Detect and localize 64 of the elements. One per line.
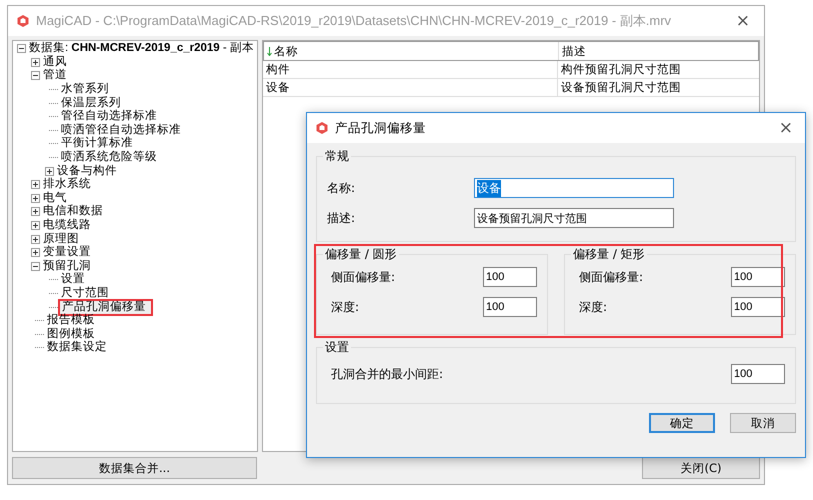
tree-item[interactable]: 排水系统 xyxy=(42,178,92,192)
tree-item[interactable]: 通风 xyxy=(42,56,68,69)
table-cell: 设备 xyxy=(263,79,558,96)
field-label: 孔洞合并的最小间距: xyxy=(331,366,444,382)
expand-icon[interactable] xyxy=(31,180,40,190)
collapse-icon[interactable] xyxy=(31,71,40,80)
expand-icon[interactable] xyxy=(31,207,40,216)
tree-item[interactable]: 尺寸范围 xyxy=(60,286,110,300)
tree-item[interactable]: 设置 xyxy=(60,273,86,286)
tree-item[interactable]: 平衡计算标准 xyxy=(60,137,134,150)
collapse-icon[interactable] xyxy=(17,44,26,54)
logo-icon xyxy=(16,14,30,28)
tree-item[interactable]: 数据集设定 xyxy=(46,341,108,354)
expand-icon[interactable] xyxy=(31,58,40,67)
tree-item[interactable]: 管径自动选择标准 xyxy=(60,110,158,124)
tree-item[interactable]: 预留孔洞 xyxy=(42,260,92,273)
field-label: 侧面偏移量: xyxy=(579,268,644,286)
field-label: 描述: xyxy=(327,210,356,226)
tree-item[interactable]: 水管系列 xyxy=(60,83,110,96)
expand-icon[interactable] xyxy=(45,166,54,176)
tree-item[interactable]: 喷洒管径自动选择标准 xyxy=(60,124,182,137)
tree-item[interactable]: 设备与构件 xyxy=(56,164,118,178)
input-field[interactable]: 设备 xyxy=(474,178,674,198)
table-cell-text: 构件预留孔洞尺寸范围 xyxy=(560,62,681,77)
close-button[interactable]: 关闭(C) xyxy=(642,457,760,479)
column-header[interactable]: 描述 xyxy=(559,44,586,58)
expand-icon[interactable] xyxy=(31,234,40,244)
tree-item[interactable]: 变量设置 xyxy=(42,246,92,260)
expand-icon[interactable] xyxy=(31,248,40,258)
column-header[interactable]: 名称 xyxy=(264,42,559,60)
input-field[interactable]: 100 xyxy=(483,267,537,287)
tree-item[interactable]: 喷洒系统危险等级 xyxy=(60,151,158,164)
field-label: 侧面偏移量: xyxy=(331,268,396,286)
input-field[interactable]: 100 xyxy=(483,297,537,317)
cancel-button[interactable]: 取消 xyxy=(730,413,796,433)
table-cell: 构件 xyxy=(263,61,558,78)
tree-item[interactable]: 电缆线路 xyxy=(42,219,92,232)
tree-item[interactable]: 数据集: CHN-MCREV-2019_c_r2019 - 副本 xyxy=(28,42,255,56)
input-field[interactable]: 100 xyxy=(731,364,785,384)
input-field[interactable]: 100 xyxy=(731,297,785,317)
table-cell-text: 设备预留孔洞尺寸范围 xyxy=(560,80,681,95)
tree-item[interactable]: 图例模板 xyxy=(46,328,96,341)
tree-item[interactable]: 产品孔洞偏移量 xyxy=(60,300,151,314)
tree-item[interactable]: 保温层系列 xyxy=(60,96,122,110)
field-label: 深度: xyxy=(579,298,608,316)
close-button[interactable]: × xyxy=(772,118,799,138)
expand-icon[interactable] xyxy=(31,194,40,203)
input-field[interactable]: 100 xyxy=(731,267,785,287)
tree-item[interactable]: 电气 xyxy=(42,192,68,205)
tree-item[interactable]: 电信和数据 xyxy=(42,205,104,218)
tree-item[interactable]: 原理图 xyxy=(42,232,80,246)
dialog-title: 产品孔洞偏移量 xyxy=(335,120,427,136)
window-title: MagiCAD - C:\ProgramData\MagiCAD-RS\2019_r2019\Datasets\CHN\CHN-MCREV-2019_c_r2019 - 副本.mrv xyxy=(36,12,672,30)
close-button[interactable]: × xyxy=(730,11,756,31)
merge-button[interactable]: 数据集合并... xyxy=(12,457,257,479)
tree-item[interactable]: 报告模板 xyxy=(46,314,96,328)
field-label: 深度: xyxy=(331,298,360,316)
ok-button[interactable]: 确定 xyxy=(649,413,715,433)
expand-icon[interactable] xyxy=(31,221,40,230)
tree-item[interactable]: 管道 xyxy=(42,69,68,82)
collapse-icon[interactable] xyxy=(31,262,40,271)
field-label: 名称: xyxy=(327,180,356,196)
input-field[interactable]: 设备预留孔洞尺寸范围 xyxy=(474,208,674,228)
logo-icon xyxy=(315,121,329,135)
